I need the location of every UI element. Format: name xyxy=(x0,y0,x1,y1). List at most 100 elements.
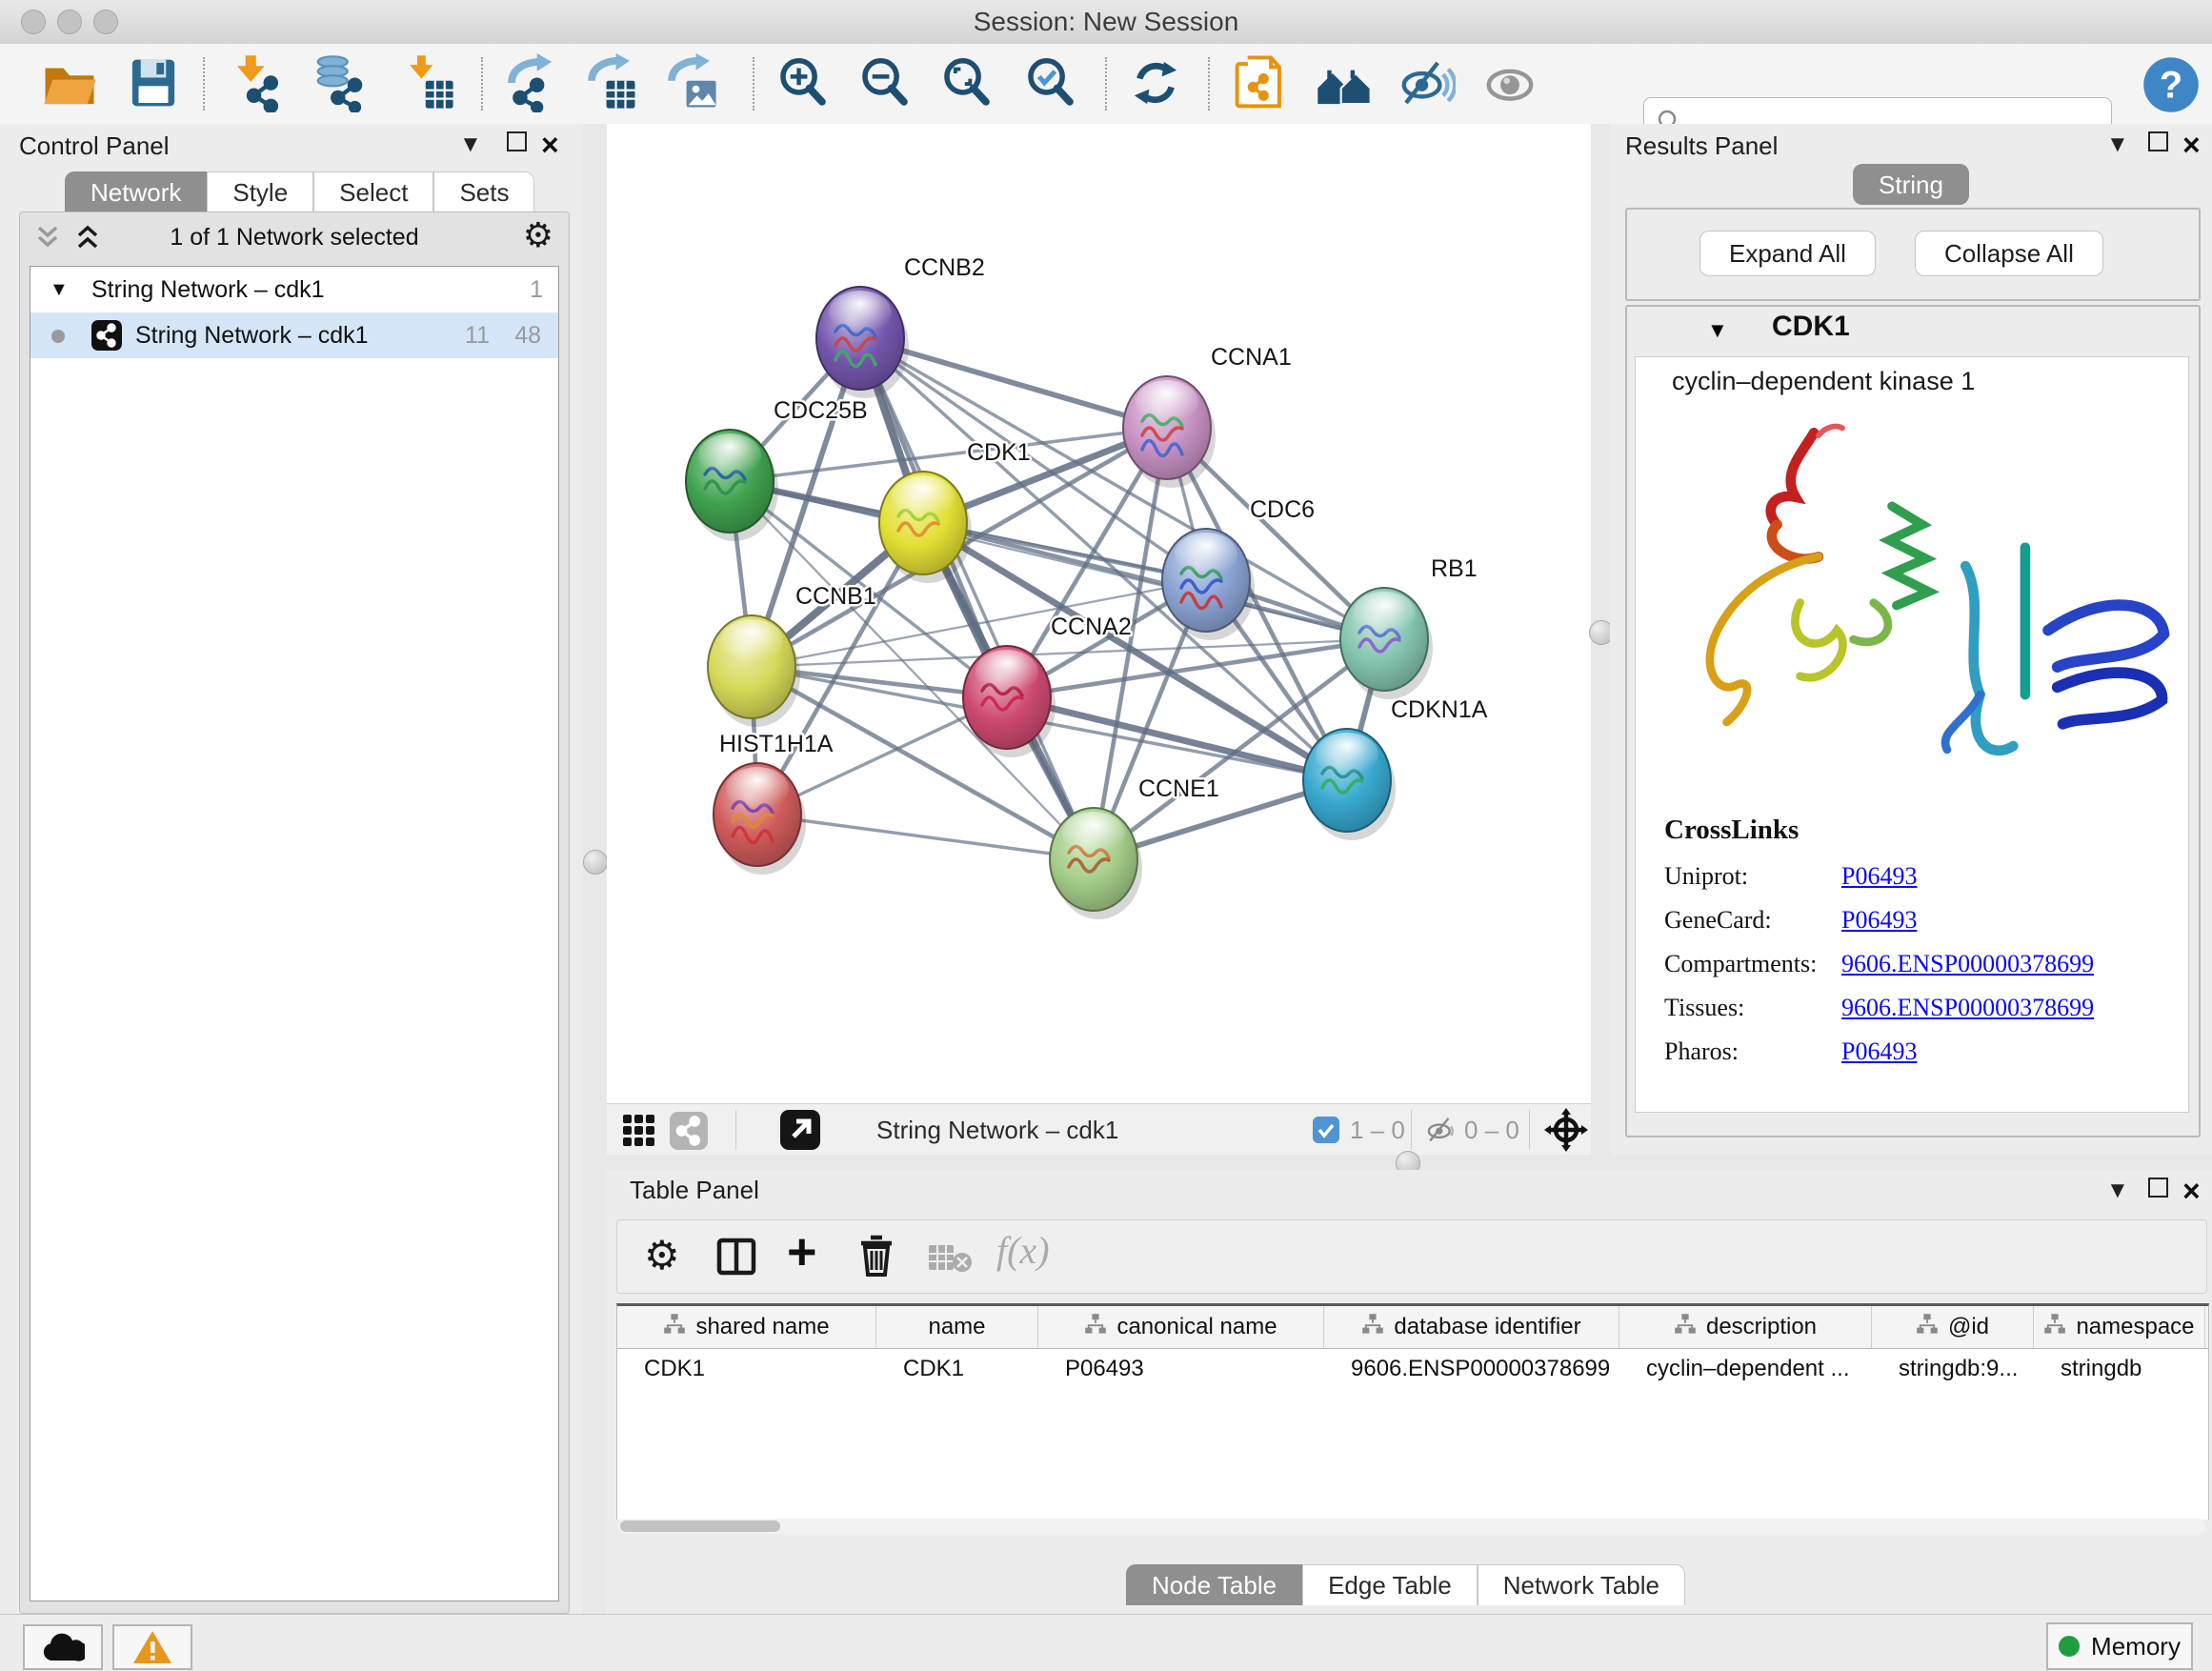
tab-node-table[interactable]: Node Table xyxy=(1126,1564,1302,1605)
crosslink-link[interactable]: 9606.ENSP00000378699 xyxy=(1841,986,2094,1030)
table-cell[interactable]: CDK1 xyxy=(617,1349,876,1389)
collapse-arrow-icon[interactable]: ▼ xyxy=(50,267,69,312)
hidden-eye-icon[interactable] xyxy=(1422,1114,1458,1146)
add-column-icon[interactable]: + xyxy=(787,1222,817,1281)
show-columns-icon[interactable] xyxy=(716,1238,756,1276)
import-table-file-button[interactable] xyxy=(398,53,457,112)
column-header-name[interactable]: name xyxy=(876,1306,1038,1348)
help-button[interactable]: ? xyxy=(2142,55,2201,114)
network-row[interactable]: String Network – cdk1 11 48 xyxy=(30,312,558,358)
cloud-button[interactable] xyxy=(23,1624,103,1670)
node-label[interactable]: RB1 xyxy=(1431,555,1478,582)
tab-edge-table[interactable]: Edge Table xyxy=(1302,1564,1478,1605)
control-panel-maximize-button[interactable] xyxy=(507,124,527,166)
tab-network-table[interactable]: Network Table xyxy=(1478,1564,1685,1605)
string-home-button[interactable] xyxy=(1315,53,1374,112)
crosslink-link[interactable]: 9606.ENSP00000378699 xyxy=(1841,942,2094,986)
crosslink-label: GeneCard: xyxy=(1664,898,1772,942)
string-badge-icon[interactable] xyxy=(670,1112,708,1150)
node-label[interactable]: CDK1 xyxy=(967,439,1031,466)
zoom-out-button[interactable] xyxy=(855,53,915,112)
node-label[interactable]: CDKN1A xyxy=(1391,696,1488,723)
export-network-button[interactable] xyxy=(501,53,560,112)
open-in-new-window-icon[interactable] xyxy=(780,1110,820,1150)
node-label[interactable]: CCNA2 xyxy=(1051,614,1132,640)
table-cell[interactable]: CDK1 xyxy=(876,1349,1038,1389)
delete-trash-icon[interactable] xyxy=(857,1234,895,1278)
tab-sets[interactable]: Sets xyxy=(433,171,534,212)
gene-detail-card: cyclin–dependent kinase 1 Cros xyxy=(1635,356,2189,1113)
node-label[interactable]: CDC25B xyxy=(774,397,868,424)
show-all-button[interactable] xyxy=(1480,53,1539,112)
control-panel-float-button[interactable]: ▼ xyxy=(459,124,482,166)
network-canvas[interactable]: CCNB2 CCNA1 CDC25B CDK1 CDC6 RB1 CCNB1 CCNA2 CDK… xyxy=(607,124,1591,1155)
refresh-button[interactable] xyxy=(1126,53,1185,112)
table-panel-maximize-button[interactable] xyxy=(2148,1170,2168,1212)
open-session-button[interactable] xyxy=(40,53,99,112)
network-options-gear-icon[interactable]: ⚙ xyxy=(523,218,553,252)
crosslink-link[interactable]: P06493 xyxy=(1841,898,1917,942)
table-cell[interactable]: 9606.ENSP00000378699 xyxy=(1324,1349,1619,1389)
table-settings-gear-icon[interactable]: ⚙ xyxy=(644,1236,680,1276)
results-panel-float-button[interactable]: ▼ xyxy=(2106,124,2129,166)
zoom-selected-button[interactable] xyxy=(1021,53,1080,112)
horizontal-splitter[interactable] xyxy=(607,1155,2212,1170)
export-table-button[interactable] xyxy=(581,53,640,112)
separator xyxy=(735,1110,736,1150)
column-header-shared-name[interactable]: shared name xyxy=(617,1306,876,1348)
node-label[interactable]: HIST1H1A xyxy=(719,731,834,757)
network-selector-row: 1 of 1 Network selected ⚙ xyxy=(20,212,569,262)
hide-selected-button[interactable] xyxy=(1397,53,1456,112)
fit-content-button[interactable] xyxy=(937,53,996,112)
node-label[interactable]: CCNB2 xyxy=(904,254,985,281)
tab-select[interactable]: Select xyxy=(313,171,433,212)
right-splitter[interactable] xyxy=(1591,124,1610,1155)
save-session-button[interactable] xyxy=(124,53,183,112)
memory-button[interactable]: Memory xyxy=(2046,1622,2193,1670)
control-panel-close-button[interactable]: × xyxy=(541,124,559,166)
warnings-button[interactable] xyxy=(112,1624,192,1670)
table-cell[interactable]: stringdb xyxy=(2034,1349,2205,1389)
column-header-database-identifier[interactable]: database identifier xyxy=(1324,1306,1619,1348)
results-panel-maximize-button[interactable] xyxy=(2148,124,2168,166)
string-protein-query-button[interactable] xyxy=(1231,53,1290,112)
section-collapse-arrow-icon[interactable]: ▼ xyxy=(1707,318,1728,343)
crosslink-link[interactable]: P06493 xyxy=(1841,855,1917,898)
table-cell[interactable]: P06493 xyxy=(1038,1349,1324,1389)
node-label[interactable]: CDC6 xyxy=(1250,496,1315,523)
column-header--id[interactable]: @id xyxy=(1872,1306,2034,1348)
memory-status-dot xyxy=(2059,1636,2080,1657)
import-network-database-button[interactable] xyxy=(311,53,370,112)
export-image-button[interactable] xyxy=(661,53,720,112)
node-label[interactable]: CCNA1 xyxy=(1211,344,1292,371)
node-label[interactable]: CCNB1 xyxy=(795,583,876,610)
table-cell[interactable]: cyclin–dependent ... xyxy=(1619,1349,1872,1389)
selected-checkbox-icon[interactable] xyxy=(1313,1117,1339,1143)
tab-style[interactable]: Style xyxy=(207,171,313,212)
network-collection-row[interactable]: ▼ String Network – cdk1 1 xyxy=(30,267,558,312)
node-label[interactable]: CCNE1 xyxy=(1138,775,1219,802)
table-body-row[interactable]: CDK1CDK1P064939606.ENSP00000378699cyclin… xyxy=(617,1349,2208,1389)
column-header-namespace[interactable]: namespace xyxy=(2034,1306,2205,1348)
column-header-description[interactable]: description xyxy=(1619,1306,1872,1348)
table-cell[interactable]: stringdb:9... xyxy=(1872,1349,2034,1389)
crosslink-link[interactable]: P06493 xyxy=(1841,1030,1917,1074)
table-panel-float-button[interactable]: ▼ xyxy=(2106,1170,2129,1212)
left-splitter[interactable] xyxy=(583,124,607,1614)
import-network-file-button[interactable] xyxy=(229,53,288,112)
table-panel-close-button[interactable]: × xyxy=(2182,1170,2201,1212)
network-svg[interactable]: CCNB2 CCNA1 CDC25B CDK1 CDC6 RB1 CCNB1 CCNA2 CDK… xyxy=(607,124,1591,1103)
tab-string[interactable]: String xyxy=(1853,164,1969,205)
results-panel-close-button[interactable]: × xyxy=(2182,124,2201,166)
scrollbar-thumb[interactable] xyxy=(620,1520,780,1532)
collapse-all-button[interactable]: Collapse All xyxy=(1915,231,2103,276)
column-header-canonical-name[interactable]: canonical name xyxy=(1038,1306,1324,1348)
tab-network[interactable]: Network xyxy=(65,171,207,212)
grid-view-icon[interactable] xyxy=(622,1114,656,1148)
results-panel-title: Results Panel xyxy=(1625,131,1778,161)
navigator-crosshair-icon[interactable] xyxy=(1544,1108,1588,1152)
left-splitter-handle[interactable] xyxy=(583,850,608,875)
expand-all-button[interactable]: Expand All xyxy=(1699,231,1876,276)
zoom-in-button[interactable] xyxy=(774,53,833,112)
table-horizontal-scrollbar[interactable] xyxy=(618,1519,2205,1534)
